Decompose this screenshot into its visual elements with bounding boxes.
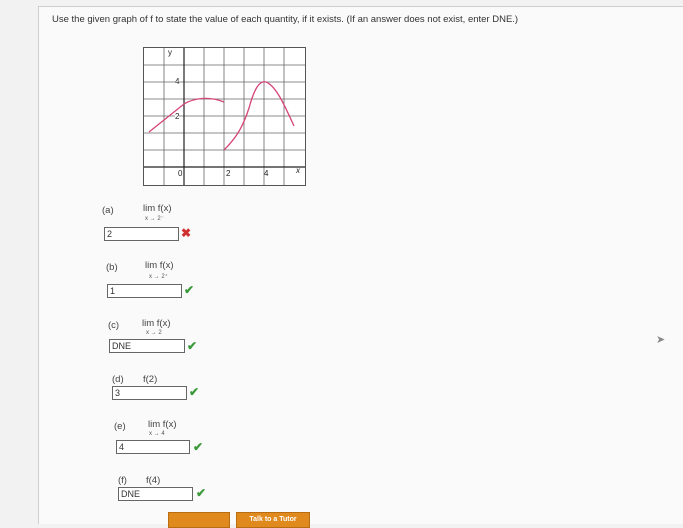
- part-b-subscript: x → 2⁺: [149, 274, 168, 280]
- part-c-answer-field[interactable]: DNE: [109, 339, 185, 353]
- part-f-expression: f(4): [146, 475, 161, 486]
- part-e-answer-field[interactable]: 4: [116, 440, 190, 454]
- part-f-label: (f): [118, 475, 127, 486]
- tick-label-x2: 2: [226, 169, 231, 178]
- tick-label-x4: 4: [264, 169, 269, 178]
- tick-label-x-axis: x: [296, 166, 300, 175]
- part-c-correct-icon: ✔: [187, 339, 198, 353]
- part-b-answer-field[interactable]: 1: [107, 284, 182, 298]
- mouse-cursor-icon: ➤: [656, 334, 666, 346]
- tick-label-x0: 0: [178, 169, 183, 178]
- part-f-correct-icon: ✔: [196, 486, 207, 500]
- part-d-answer-field[interactable]: 3: [112, 386, 187, 400]
- part-e-correct-icon: ✔: [193, 440, 204, 454]
- part-e-label: (e): [114, 421, 126, 432]
- talk-to-tutor-button[interactable]: Talk to a Tutor: [236, 512, 310, 528]
- part-c-label: (c): [108, 320, 120, 331]
- part-f-answer-field[interactable]: DNE: [118, 487, 193, 501]
- tick-label-y2: 2: [175, 112, 180, 121]
- part-e-subscript: x → 4: [149, 431, 165, 437]
- part-a-answer-field[interactable]: 2: [104, 227, 179, 241]
- part-b-label: (b): [106, 262, 118, 273]
- curve-left-branch: [148, 97, 225, 133]
- part-d-label: (d): [112, 374, 124, 385]
- part-b-expression: lim f(x): [145, 260, 174, 271]
- part-a-label: (a): [102, 205, 114, 216]
- part-e-expression: lim f(x): [148, 419, 177, 430]
- part-a-expression: lim f(x): [143, 203, 172, 214]
- part-a-subscript: x → 2⁻: [145, 216, 164, 222]
- part-c-expression: lim f(x): [142, 318, 171, 329]
- graph-svg: [144, 48, 305, 185]
- function-graph: y 4 2 0 2 4 x: [143, 47, 306, 186]
- part-c-subscript: x → 2: [146, 330, 162, 336]
- question-prompt: Use the given graph of f to state the va…: [52, 14, 519, 25]
- tick-label-y4: 4: [175, 77, 180, 86]
- submit-button-partial[interactable]: [168, 512, 230, 528]
- part-d-correct-icon: ✔: [189, 385, 200, 399]
- part-d-expression: f(2): [143, 374, 158, 385]
- tick-label-y-axis: y: [168, 48, 172, 57]
- part-a-incorrect-icon: ✖: [181, 226, 192, 240]
- part-b-correct-icon: ✔: [184, 283, 195, 297]
